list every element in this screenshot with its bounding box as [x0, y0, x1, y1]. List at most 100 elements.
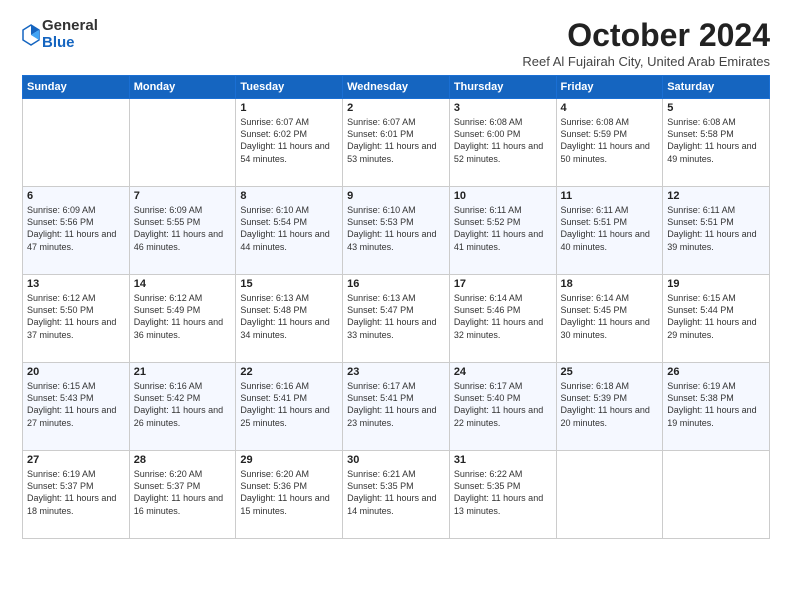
day-number: 7 — [134, 190, 232, 202]
day-number: 19 — [667, 278, 765, 290]
day-number: 15 — [240, 278, 338, 290]
day-number: 5 — [667, 102, 765, 114]
cell-text: Sunrise: 6:12 AM Sunset: 5:49 PM Dayligh… — [134, 292, 232, 341]
day-number: 8 — [240, 190, 338, 202]
calendar-cell: 7 Sunrise: 6:09 AM Sunset: 5:55 PM Daylig… — [129, 187, 236, 275]
day-header-friday: Friday — [556, 76, 663, 99]
calendar-cell: 10Sunrise: 6:11 AM Sunset: 5:52 PM Dayli… — [449, 187, 556, 275]
cell-text: Sunrise: 6:17 AM Sunset: 5:41 PM Dayligh… — [347, 380, 445, 429]
calendar-cell: 27Sunrise: 6:19 AM Sunset: 5:37 PM Dayli… — [23, 451, 130, 539]
calendar-cell: 11Sunrise: 6:11 AM Sunset: 5:51 PM Dayli… — [556, 187, 663, 275]
cell-text: Sunrise: 6:19 AM Sunset: 5:37 PM Dayligh… — [27, 468, 125, 517]
cell-text: Sunrise: 6:09 AM Sunset: 5:55 PM Dayligh… — [134, 204, 232, 253]
cell-text: Sunrise: 6:11 AM Sunset: 5:51 PM Dayligh… — [667, 204, 765, 253]
calendar: SundayMondayTuesdayWednesdayThursdayFrid… — [22, 75, 770, 539]
header-row: SundayMondayTuesdayWednesdayThursdayFrid… — [23, 76, 770, 99]
day-number: 31 — [454, 454, 552, 466]
page: General Blue October 2024 Reef Al Fujair… — [0, 0, 792, 612]
calendar-week-4: 20Sunrise: 6:15 AM Sunset: 5:43 PM Dayli… — [23, 363, 770, 451]
calendar-cell: 23Sunrise: 6:17 AM Sunset: 5:41 PM Dayli… — [343, 363, 450, 451]
calendar-week-1: 1 Sunrise: 6:07 AM Sunset: 6:02 PM Daylig… — [23, 99, 770, 187]
cell-text: Sunrise: 6:18 AM Sunset: 5:39 PM Dayligh… — [561, 380, 659, 429]
day-number: 17 — [454, 278, 552, 290]
calendar-cell: 24 Sunrise: 6:17 AM Sunset: 5:40 PM Dayli… — [449, 363, 556, 451]
header: General Blue October 2024 Reef Al Fujair… — [22, 18, 770, 69]
calendar-cell: 2Sunrise: 6:07 AM Sunset: 6:01 PM Daylig… — [343, 99, 450, 187]
cell-text: Sunrise: 6:08 AM Sunset: 5:58 PM Dayligh… — [667, 116, 765, 165]
calendar-header: SundayMondayTuesdayWednesdayThursdayFrid… — [23, 76, 770, 99]
calendar-cell — [23, 99, 130, 187]
day-number: 9 — [347, 190, 445, 202]
logo-area: General Blue — [22, 18, 98, 51]
subtitle: Reef Al Fujairah City, United Arab Emira… — [522, 54, 770, 69]
day-number: 22 — [240, 366, 338, 378]
day-number: 14 — [134, 278, 232, 290]
day-header-monday: Monday — [129, 76, 236, 99]
calendar-cell: 15Sunrise: 6:13 AM Sunset: 5:48 PM Dayli… — [236, 275, 343, 363]
calendar-cell: 3Sunrise: 6:08 AM Sunset: 6:00 PM Daylig… — [449, 99, 556, 187]
day-number: 24 — [454, 366, 552, 378]
cell-text: Sunrise: 6:12 AM Sunset: 5:50 PM Dayligh… — [27, 292, 125, 341]
calendar-cell: 13 Sunrise: 6:12 AM Sunset: 5:50 PM Dayli… — [23, 275, 130, 363]
day-number: 6 — [27, 190, 125, 202]
calendar-week-5: 27Sunrise: 6:19 AM Sunset: 5:37 PM Dayli… — [23, 451, 770, 539]
calendar-cell: 19 Sunrise: 6:15 AM Sunset: 5:44 PM Dayli… — [663, 275, 770, 363]
day-number: 16 — [347, 278, 445, 290]
calendar-cell: 5 Sunrise: 6:08 AM Sunset: 5:58 PM Daylig… — [663, 99, 770, 187]
cell-text: Sunrise: 6:11 AM Sunset: 5:51 PM Dayligh… — [561, 204, 659, 253]
month-title: October 2024 — [522, 18, 770, 53]
calendar-cell: 14 Sunrise: 6:12 AM Sunset: 5:49 PM Dayli… — [129, 275, 236, 363]
cell-text: Sunrise: 6:07 AM Sunset: 6:02 PM Dayligh… — [240, 116, 338, 165]
calendar-cell: 17 Sunrise: 6:14 AM Sunset: 5:46 PM Dayli… — [449, 275, 556, 363]
calendar-week-3: 13 Sunrise: 6:12 AM Sunset: 5:50 PM Dayli… — [23, 275, 770, 363]
cell-text: Sunrise: 6:09 AM Sunset: 5:56 PM Dayligh… — [27, 204, 125, 253]
calendar-cell: 18Sunrise: 6:14 AM Sunset: 5:45 PM Dayli… — [556, 275, 663, 363]
cell-text: Sunrise: 6:10 AM Sunset: 5:53 PM Dayligh… — [347, 204, 445, 253]
calendar-week-2: 6 Sunrise: 6:09 AM Sunset: 5:56 PM Daylig… — [23, 187, 770, 275]
calendar-cell: 9 Sunrise: 6:10 AM Sunset: 5:53 PM Daylig… — [343, 187, 450, 275]
calendar-cell: 12 Sunrise: 6:11 AM Sunset: 5:51 PM Dayli… — [663, 187, 770, 275]
cell-text: Sunrise: 6:16 AM Sunset: 5:41 PM Dayligh… — [240, 380, 338, 429]
logo-general: General — [42, 18, 98, 35]
cell-text: Sunrise: 6:11 AM Sunset: 5:52 PM Dayligh… — [454, 204, 552, 253]
logo-text: General Blue — [42, 18, 98, 51]
day-number: 18 — [561, 278, 659, 290]
calendar-cell: 31Sunrise: 6:22 AM Sunset: 5:35 PM Dayli… — [449, 451, 556, 539]
cell-text: Sunrise: 6:15 AM Sunset: 5:44 PM Dayligh… — [667, 292, 765, 341]
day-number: 26 — [667, 366, 765, 378]
day-number: 21 — [134, 366, 232, 378]
day-number: 3 — [454, 102, 552, 114]
logo-icon — [22, 24, 40, 46]
day-header-saturday: Saturday — [663, 76, 770, 99]
day-number: 1 — [240, 102, 338, 114]
cell-text: Sunrise: 6:16 AM Sunset: 5:42 PM Dayligh… — [134, 380, 232, 429]
cell-text: Sunrise: 6:08 AM Sunset: 5:59 PM Dayligh… — [561, 116, 659, 165]
calendar-cell: 8Sunrise: 6:10 AM Sunset: 5:54 PM Daylig… — [236, 187, 343, 275]
cell-text: Sunrise: 6:19 AM Sunset: 5:38 PM Dayligh… — [667, 380, 765, 429]
calendar-cell — [663, 451, 770, 539]
day-header-sunday: Sunday — [23, 76, 130, 99]
day-number: 29 — [240, 454, 338, 466]
calendar-cell — [129, 99, 236, 187]
calendar-cell: 29Sunrise: 6:20 AM Sunset: 5:36 PM Dayli… — [236, 451, 343, 539]
calendar-cell: 21 Sunrise: 6:16 AM Sunset: 5:42 PM Dayli… — [129, 363, 236, 451]
calendar-cell: 25 Sunrise: 6:18 AM Sunset: 5:39 PM Dayli… — [556, 363, 663, 451]
calendar-body: 1 Sunrise: 6:07 AM Sunset: 6:02 PM Daylig… — [23, 99, 770, 539]
cell-text: Sunrise: 6:14 AM Sunset: 5:46 PM Dayligh… — [454, 292, 552, 341]
calendar-cell: 20Sunrise: 6:15 AM Sunset: 5:43 PM Dayli… — [23, 363, 130, 451]
day-number: 25 — [561, 366, 659, 378]
day-number: 13 — [27, 278, 125, 290]
day-header-thursday: Thursday — [449, 76, 556, 99]
calendar-cell: 4Sunrise: 6:08 AM Sunset: 5:59 PM Daylig… — [556, 99, 663, 187]
title-area: October 2024 Reef Al Fujairah City, Unit… — [522, 18, 770, 69]
day-number: 12 — [667, 190, 765, 202]
day-number: 30 — [347, 454, 445, 466]
cell-text: Sunrise: 6:20 AM Sunset: 5:37 PM Dayligh… — [134, 468, 232, 517]
cell-text: Sunrise: 6:07 AM Sunset: 6:01 PM Dayligh… — [347, 116, 445, 165]
calendar-cell: 22 Sunrise: 6:16 AM Sunset: 5:41 PM Dayli… — [236, 363, 343, 451]
cell-text: Sunrise: 6:17 AM Sunset: 5:40 PM Dayligh… — [454, 380, 552, 429]
day-header-tuesday: Tuesday — [236, 76, 343, 99]
logo-blue: Blue — [42, 35, 98, 52]
calendar-cell — [556, 451, 663, 539]
cell-text: Sunrise: 6:21 AM Sunset: 5:35 PM Dayligh… — [347, 468, 445, 517]
